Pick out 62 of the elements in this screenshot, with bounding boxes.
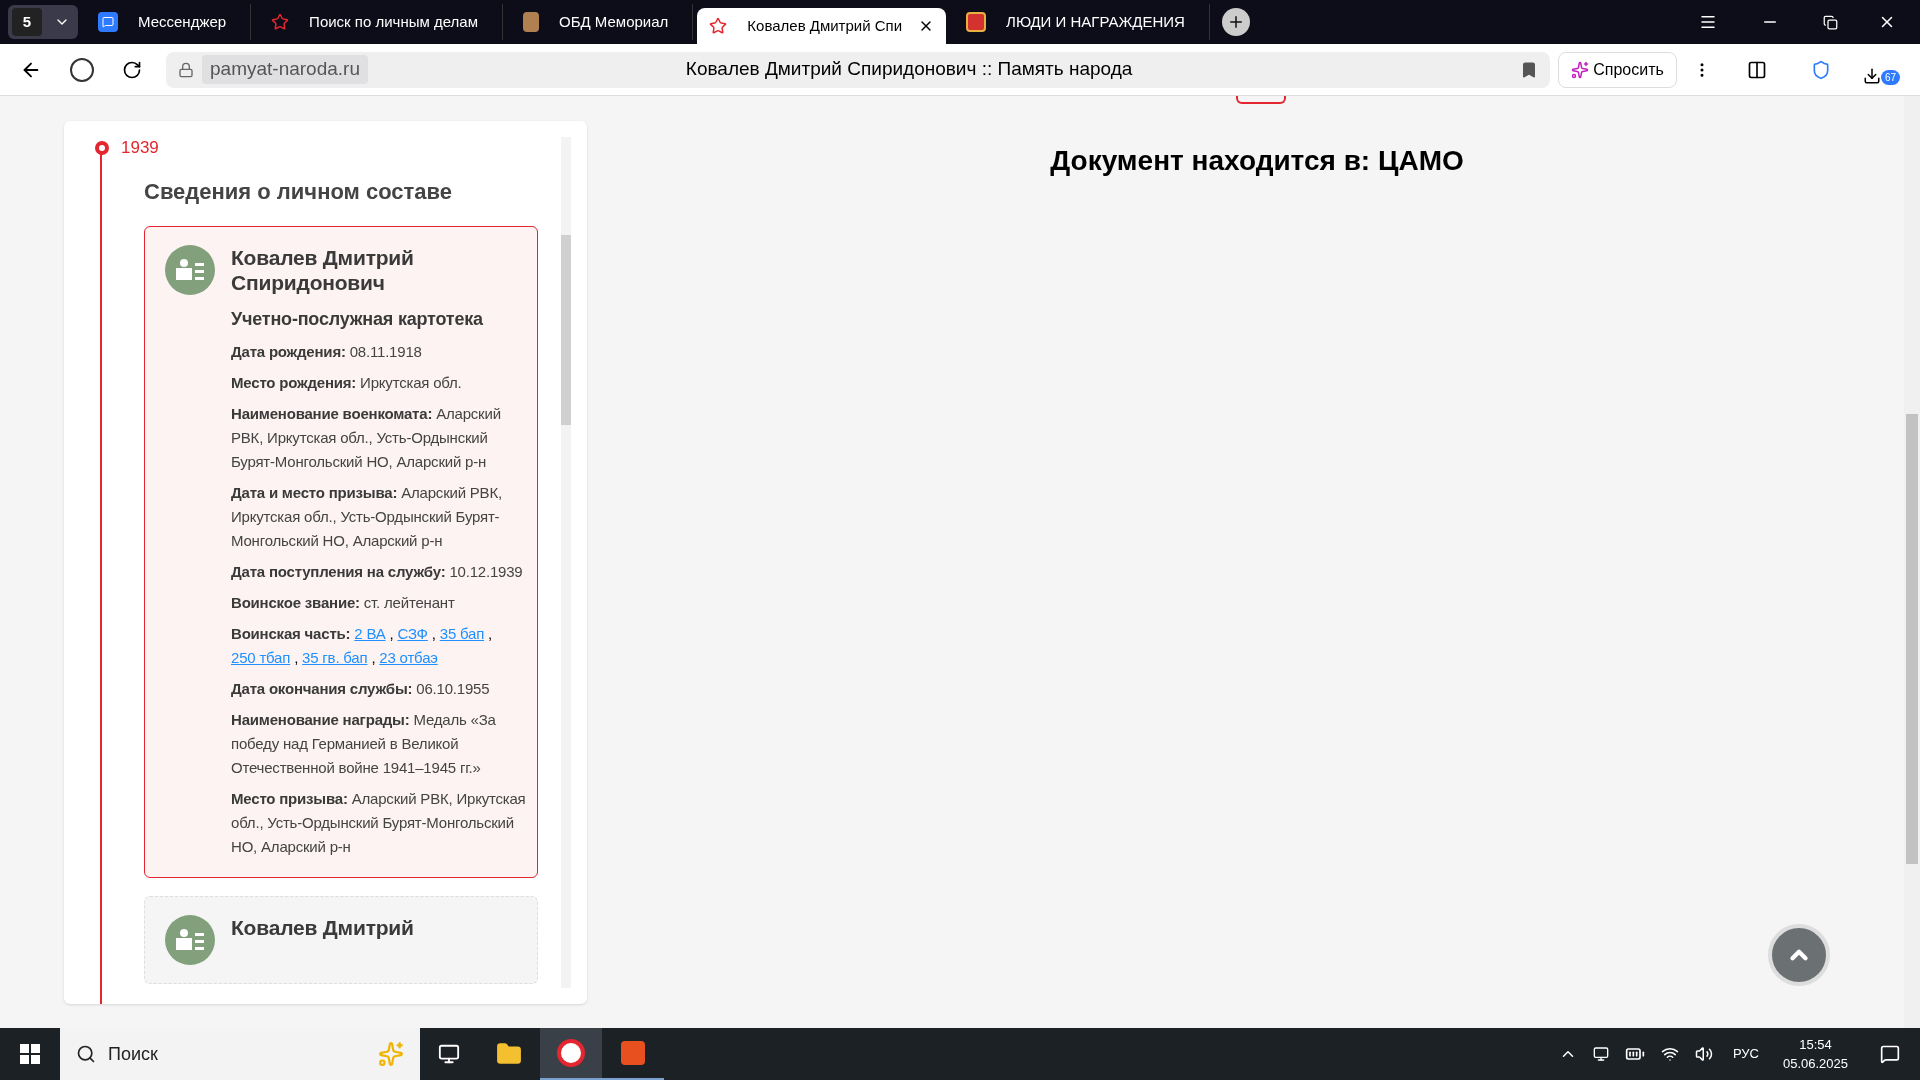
comma: , [293, 648, 300, 666]
star-icon [271, 13, 290, 31]
browser-taskbar-icon[interactable] [540, 1028, 602, 1080]
section-title: Сведения о личном составе [144, 177, 454, 206]
scroll-thumb[interactable] [1906, 414, 1918, 864]
volume-icon[interactable] [1694, 1045, 1713, 1063]
document-location: Документ находится в: ЦАМО [1050, 144, 1464, 178]
search-icon [76, 1044, 96, 1064]
person-card-icon [165, 244, 215, 295]
language-indicator[interactable]: РУС [1732, 1044, 1759, 1064]
scroll-thumb[interactable] [561, 235, 571, 425]
sparkle-icon [378, 1041, 404, 1067]
page-title: Ковалев Дмитрий Спиридонович :: Память народа [684, 57, 1134, 82]
tab-edge [1236, 96, 1286, 104]
comma: , [487, 624, 493, 642]
record-card[interactable]: Ковалев Дмитрий [144, 895, 538, 984]
clock-time[interactable]: 15:54 [1799, 1035, 1832, 1054]
address-field[interactable]: pamyat-naroda.ru Ковалев Дмитрий Спиридонович :: Память народа [166, 51, 1551, 88]
record-field: Воинское звание: ст. лейтенант [231, 590, 529, 615]
record-field: Наименование награды: Медаль «За победу над Германией в Великой Отечественной войне 1941–1945 гг.» [231, 707, 529, 780]
downloads-badge: 67 [1880, 70, 1900, 85]
record-field: Дата и место призыва: Аларский РВК, Иркутская обл., Усть-Ордынский Бурят-Монгольский НО, Аларский р-н [231, 480, 529, 553]
record-card[interactable] [144, 225, 538, 878]
comma: , [370, 648, 377, 666]
taskbar-search-field[interactable]: Поиск [60, 1028, 420, 1080]
person-name[interactable]: Ковалев Дмитрий Спиридонович [231, 244, 529, 295]
record-field: Место призыва: Аларский РВК, Иркутская обл., Усть-Ордынский Бурят-Монгольский НО, Аларский р-н [231, 786, 529, 859]
browser-tab[interactable]: Ковалев Дмитрий Спи [697, 8, 947, 44]
record-field: Наименование военкомата: Аларский РВК, Иркутская обл., Усть-Ордынский Бурят-Монгольский НО, Аларский р-н [231, 401, 529, 474]
person-name[interactable]: Ковалев Дмитрий [231, 914, 414, 940]
comma: , [430, 624, 437, 642]
folder-icon[interactable] [496, 1041, 522, 1067]
display-icon[interactable] [1592, 1046, 1609, 1062]
ask-button[interactable]: Спросить [1558, 51, 1677, 88]
browser-tab[interactable]: Мессенджер [82, 4, 252, 40]
record-field: Дата окончания службы: 06.10.1955 [231, 676, 529, 701]
sparkle-icon [1571, 60, 1590, 79]
chat-icon [98, 12, 118, 32]
record-field: Дата рождения: 08.11.1918 [231, 339, 529, 364]
star-icon [709, 17, 728, 35]
person-card-icon [165, 914, 215, 965]
notifications-icon[interactable] [1880, 1044, 1900, 1064]
lock-icon [178, 61, 194, 78]
timeline-year: 1939 [121, 137, 159, 159]
wifi-icon[interactable] [1660, 1045, 1679, 1063]
sidebar-icon[interactable] [1746, 59, 1767, 80]
browser-tab[interactable]: ОБД Мемориал [507, 4, 694, 40]
document-type: Учетно-послужная картотека [231, 307, 484, 331]
record-field: Дата поступления на службу: 10.12.1939 [231, 559, 529, 584]
domain-text: pamyat-naroda.ru [202, 55, 368, 84]
menu-icon[interactable] [1699, 13, 1717, 31]
browser-tab[interactable]: ЛЮДИ И НАГРАЖДЕНИЯ [950, 4, 1210, 40]
tab-group-button[interactable]: 5 [8, 5, 78, 39]
restore-icon[interactable] [1823, 14, 1838, 30]
comma: , [388, 624, 395, 642]
reload-icon[interactable] [122, 59, 142, 80]
field-label: Воинская часть: [231, 624, 351, 642]
download-icon[interactable] [1862, 67, 1881, 85]
new-tab-button[interactable] [1221, 8, 1250, 36]
browser-tab[interactable]: Поиск по личным делам [255, 4, 503, 40]
record-field: Место рождения: Иркутская обл. [231, 370, 529, 395]
clock-date[interactable]: 05.06.2025 [1782, 1054, 1848, 1073]
